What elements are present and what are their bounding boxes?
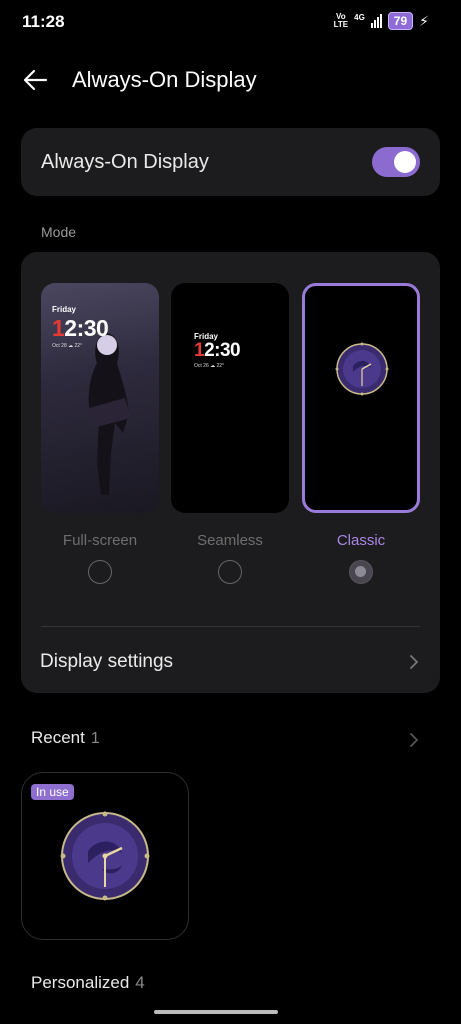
recent-row[interactable]: Recent 1 bbox=[31, 728, 431, 754]
personalized-label: Personalized bbox=[31, 973, 130, 992]
preview-time: 12:30 bbox=[52, 315, 109, 342]
preview-time: 12:30 bbox=[194, 340, 241, 362]
back-arrow-icon bbox=[23, 69, 48, 91]
aod-toggle-card: Always-On Display bbox=[21, 128, 440, 196]
in-use-badge: In use bbox=[31, 784, 74, 800]
preview-time-rest: 2:30 bbox=[64, 315, 109, 341]
signal-icon bbox=[370, 14, 382, 28]
recent-count: 1 bbox=[90, 730, 100, 747]
volte-bottom: LTE bbox=[333, 20, 349, 29]
analog-clock-icon bbox=[60, 811, 150, 901]
preview-classic[interactable] bbox=[302, 283, 420, 513]
section-title-mode: Mode bbox=[41, 224, 77, 240]
radio-classic[interactable] bbox=[349, 560, 373, 584]
preview-date: Oct 28 ☁ 22° bbox=[52, 343, 83, 349]
preview-time-hour-digit: 1 bbox=[194, 340, 205, 361]
preview-time-rest: 2:30 bbox=[204, 340, 241, 361]
mode-card: Friday 12:30 Oct 28 ☁ 22° Friday 12:30 O… bbox=[21, 252, 440, 693]
bolt-icon: ⚡ bbox=[419, 12, 429, 29]
network-type: 4G bbox=[354, 12, 365, 22]
mode-label-seamless[interactable]: Seamless bbox=[171, 532, 289, 549]
page-title: Always-On Display bbox=[72, 67, 257, 92]
home-indicator[interactable] bbox=[154, 1010, 278, 1014]
personalized-row[interactable]: Personalized 4 bbox=[31, 973, 145, 993]
aod-toggle-label: Always-On Display bbox=[41, 151, 209, 173]
preview-date: Oct 26 ☁ 22° bbox=[194, 363, 225, 369]
volte-icon: Vo LTE bbox=[334, 13, 349, 29]
wallpaper-character-image bbox=[88, 333, 131, 495]
radio-fullscreen[interactable] bbox=[88, 560, 112, 584]
preview-time-hour-digit: 1 bbox=[52, 315, 65, 341]
display-settings-row[interactable]: Display settings bbox=[21, 628, 440, 693]
switch-knob bbox=[394, 151, 416, 173]
divider bbox=[41, 626, 420, 627]
aod-switch[interactable] bbox=[372, 147, 420, 177]
chevron-right-icon bbox=[410, 733, 419, 747]
status-time: 11:28 bbox=[22, 12, 65, 31]
chevron-right-icon bbox=[410, 655, 419, 669]
mode-label-fullscreen[interactable]: Full-screen bbox=[41, 532, 159, 549]
analog-clock-icon bbox=[335, 342, 389, 396]
recent-label: Recent bbox=[31, 728, 85, 747]
recent-aod-card[interactable]: In use bbox=[21, 772, 189, 940]
preview-day: Friday bbox=[52, 305, 77, 314]
mode-label-classic[interactable]: Classic bbox=[302, 532, 420, 549]
radio-seamless[interactable] bbox=[218, 560, 242, 584]
status-icons: Vo LTE 4G 79 ⚡ bbox=[334, 12, 429, 30]
header: Always-On Display bbox=[0, 58, 461, 102]
battery-level: 79 bbox=[387, 12, 414, 30]
personalized-count: 4 bbox=[135, 973, 145, 992]
status-bar: 11:28 Vo LTE 4G 79 ⚡ bbox=[0, 0, 461, 44]
preview-seamless[interactable]: Friday 12:30 Oct 26 ☁ 22° bbox=[171, 283, 289, 513]
back-button[interactable] bbox=[20, 64, 52, 96]
preview-fullscreen[interactable]: Friday 12:30 Oct 28 ☁ 22° bbox=[41, 283, 159, 513]
display-settings-label: Display settings bbox=[40, 651, 174, 672]
